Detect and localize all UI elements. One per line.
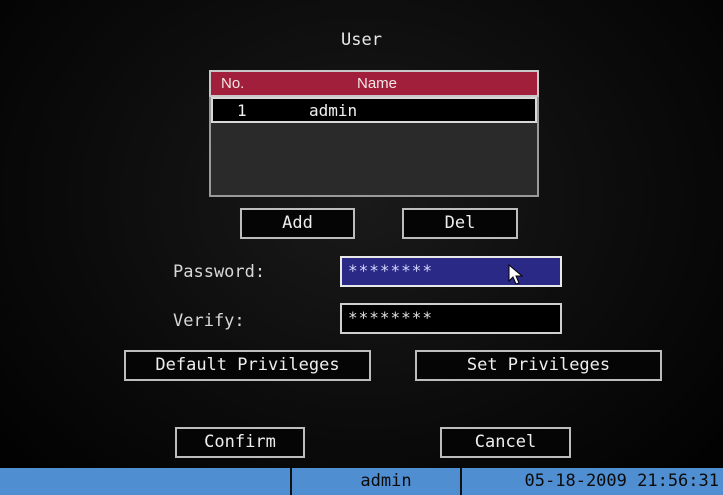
mouse-pointer-icon	[508, 264, 524, 285]
status-current-user: admin	[290, 468, 460, 495]
set-privileges-button[interactable]: Set Privileges	[415, 350, 662, 381]
status-bar-blank-segment	[0, 468, 290, 495]
verify-label: Verify:	[173, 311, 245, 331]
add-button[interactable]: Add	[240, 208, 355, 239]
verify-field[interactable]: ********	[340, 303, 562, 334]
default-privileges-button[interactable]: Default Privileges	[124, 350, 371, 381]
password-label: Password:	[173, 262, 266, 282]
status-bar: admin 05-18-2009 21:56:31	[0, 468, 723, 495]
user-settings-screen: User No. Name 1 admin Add Del Password: …	[0, 0, 723, 495]
user-name-cell: admin	[309, 101, 358, 120]
user-list-header: No. Name	[209, 70, 539, 97]
page-title: User	[341, 30, 382, 50]
column-header-name: Name	[357, 75, 398, 92]
del-button[interactable]: Del	[402, 208, 518, 239]
user-list-row[interactable]: 1 admin	[211, 97, 537, 123]
cancel-button[interactable]: Cancel	[440, 427, 571, 458]
column-header-no: No.	[221, 75, 245, 92]
confirm-button[interactable]: Confirm	[175, 427, 305, 458]
user-list[interactable]: 1 admin	[209, 97, 539, 197]
user-no-cell: 1	[237, 101, 247, 120]
status-datetime: 05-18-2009 21:56:31	[460, 468, 723, 495]
password-field[interactable]: ********	[340, 256, 562, 287]
